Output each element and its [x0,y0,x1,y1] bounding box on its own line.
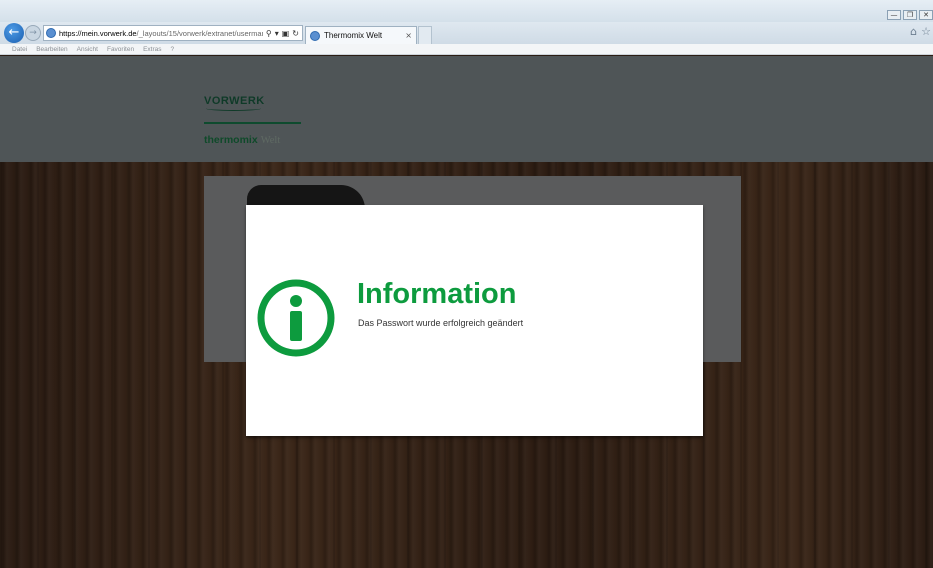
vorwerk-logo: VORWERK [204,95,265,111]
minimize-button[interactable]: — [887,10,901,20]
menu-item-help[interactable]: ? [171,46,175,53]
menu-item-extras[interactable]: Extras [143,46,161,53]
forward-arrow-icon[interactable]: → [25,25,41,41]
menu-item-favoriten[interactable]: Favoriten [107,46,134,53]
tab-title: Thermomix Welt [324,31,383,40]
menu-item-bearbeiten[interactable]: Bearbeiten [36,46,67,53]
window-titlebar: — ❐ ✕ [0,0,933,22]
restore-button[interactable]: ❐ [903,10,917,20]
url-domain: https://mein.vorwerk.de [59,28,137,38]
window-controls: — ❐ ✕ [887,10,933,20]
back-arrow-icon[interactable]: ← [4,23,24,43]
dropdown-icon[interactable]: ▾ [275,29,279,38]
lock-icon[interactable]: ▣ [282,29,290,38]
menu-bar: Datei Bearbeiten Ansicht Favoriten Extra… [0,44,933,55]
url-path: /_layouts/15/vorwerk/extranet/usermanage… [136,28,263,38]
address-bar-icons: ⚲ ▾ ▣ ↻ [263,29,302,38]
dialog-title: Information [357,278,517,310]
globe-icon [310,30,320,41]
menu-item-ansicht[interactable]: Ansicht [77,46,98,53]
dialog-message: Das Passwort wurde erfolgreich geändert [358,318,524,328]
toolbar-right-icons: ⌂ ☆ [910,25,931,38]
information-dialog: Information Das Passwort wurde erfolgrei… [246,205,703,436]
menu-item-datei[interactable]: Datei [12,46,27,53]
refresh-icon[interactable]: ↻ [292,29,299,38]
thermomix-welt-logo: thermomix Welt [204,134,280,146]
info-icon [257,279,335,357]
new-tab-button[interactable] [418,26,432,44]
search-icon[interactable]: ⚲ [266,29,272,38]
header-divider [204,122,301,124]
product-name: thermomix [204,134,258,146]
page-header: VORWERK thermomix Welt [0,56,933,162]
star-icon[interactable]: ☆ [921,25,931,38]
globe-icon [46,28,56,38]
tab-thermomix-welt[interactable]: Thermomix Welt × [305,26,417,44]
browser-navbar: ← → https://mein.vorwerk.de/_layouts/15/… [0,22,933,44]
close-tab-icon[interactable]: × [405,31,412,40]
address-bar[interactable]: https://mein.vorwerk.de/_layouts/15/vorw… [43,25,303,41]
close-window-button[interactable]: ✕ [919,10,933,20]
url-text: https://mein.vorwerk.de/_layouts/15/vorw… [59,29,263,38]
product-suffix: Welt [260,135,281,146]
home-icon[interactable]: ⌂ [910,25,917,38]
